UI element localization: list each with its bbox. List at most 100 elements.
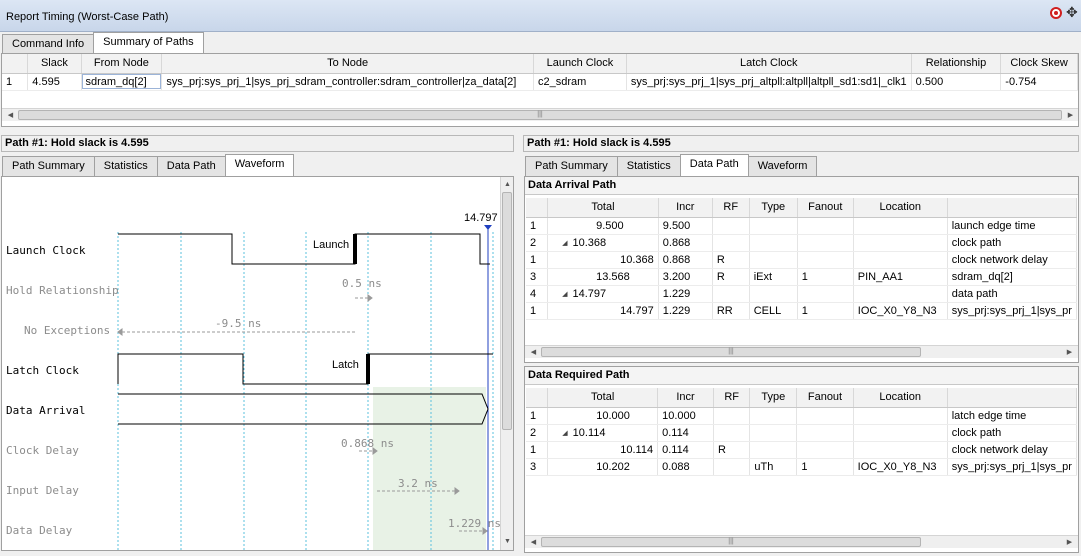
col-header-rf[interactable]: RF — [712, 198, 750, 218]
row-index: 1 — [526, 441, 549, 459]
col-header-incr[interactable]: Incr — [657, 388, 714, 408]
waveform-vscrollbar[interactable]: ▲ ▼ — [500, 177, 513, 550]
location-cell — [853, 234, 948, 252]
arrival-hscrollbar[interactable]: ◀ ||| ▶ — [525, 345, 1078, 358]
type-cell — [749, 234, 798, 252]
table-row[interactable]: 1 9.500 9.500 launch edge time — [526, 217, 1077, 235]
relationship-cell[interactable]: 0.500 — [911, 73, 1002, 91]
launch-clock-cell[interactable]: c2_sdram — [533, 73, 627, 91]
col-header-fanout[interactable]: Fanout — [796, 388, 854, 408]
col-header-type[interactable]: Type — [749, 388, 798, 408]
required-hscrollbar[interactable]: ◀ ||| ▶ — [525, 535, 1078, 548]
hold-relationship-arrow — [355, 294, 373, 302]
table-row[interactable]: 1 10.114 0.114 Rclock network delay — [526, 441, 1077, 459]
from-node-cell[interactable]: sdram_dq[2] — [81, 73, 163, 91]
col-header-element[interactable] — [947, 198, 1077, 218]
scroll-right-icon[interactable]: ▶ — [1063, 346, 1076, 359]
total-cell: 13.568 — [547, 268, 659, 286]
table-row[interactable]: 3 10.202 0.088 uTh 1 IOC_X0_Y8_N3 sys_prj:sys_… — [526, 458, 1077, 476]
element-cell: data path — [947, 285, 1077, 303]
location-cell: IOC_X0_Y8_N3 — [853, 302, 948, 320]
tab-command-info[interactable]: Command Info — [2, 34, 95, 54]
total-cell: ◢ 10.114 — [547, 424, 659, 442]
total-cell: 14.797 — [547, 302, 659, 320]
col-header-fanout[interactable]: Fanout — [797, 198, 854, 218]
col-header-element[interactable] — [947, 388, 1077, 408]
col-header-total[interactable]: Total — [547, 388, 659, 408]
scroll-right-icon[interactable]: ▶ — [1064, 109, 1077, 122]
required-table-viewport: Total Incr RF Type Fanout Location 1 10.0… — [526, 388, 1077, 531]
type-cell: iExt — [749, 268, 798, 286]
col-header-to-node[interactable]: To Node — [161, 54, 534, 74]
move-icon[interactable]: ✥ — [1066, 5, 1078, 19]
total-cell: 10.000 — [547, 407, 659, 425]
clock-skew-cell[interactable]: -0.754 — [1000, 73, 1078, 91]
scroll-thumb[interactable] — [502, 192, 512, 430]
signal-data-arrival: Data Arrival — [6, 404, 86, 417]
scroll-down-icon[interactable]: ▼ — [501, 535, 513, 548]
scroll-thumb[interactable]: ||| — [541, 347, 921, 357]
table-row[interactable]: 2 ◢ 10.368 0.868 clock path — [526, 234, 1077, 252]
tab-waveform[interactable]: Waveform — [224, 154, 295, 176]
element-cell: sys_prj:sys_prj_1|sys_pr — [947, 458, 1077, 476]
col-header-relationship[interactable]: Relationship — [911, 54, 1002, 74]
tab-data-path[interactable]: Data Path — [679, 154, 749, 176]
col-header-incr[interactable]: Incr — [658, 198, 713, 218]
scroll-left-icon[interactable]: ◀ — [527, 346, 540, 359]
col-header-launch-clock[interactable]: Launch Clock — [533, 54, 627, 74]
table-row[interactable]: 1 14.797 1.229 RR CELL 1 IOC_X0_Y8_N3 sys_prj:s… — [526, 302, 1077, 320]
col-header-slack[interactable]: Slack — [27, 54, 82, 74]
slack-cell[interactable]: 4.595 — [27, 73, 82, 91]
col-header-location[interactable]: Location — [853, 388, 948, 408]
tab-path-summary[interactable]: Path Summary — [525, 156, 618, 176]
tab-statistics[interactable]: Statistics — [93, 156, 158, 176]
tab-summary-of-paths[interactable]: Summary of Paths — [93, 32, 204, 54]
tab-path-summary[interactable]: Path Summary — [2, 156, 95, 176]
location-cell — [853, 407, 948, 425]
to-node-cell[interactable]: sys_prj:sys_prj_1|sys_prj_sdram_controll… — [161, 73, 534, 91]
time-marker-arrow[interactable] — [484, 225, 492, 230]
scroll-up-icon[interactable]: ▲ — [501, 178, 513, 191]
expand-triangle-icon[interactable]: ◢ — [562, 430, 567, 437]
signal-launch-clock: Launch Clock — [6, 244, 86, 257]
tab-statistics[interactable]: Statistics — [616, 156, 681, 176]
table-row[interactable]: 1 4.595 sdram_dq[2] sys_prj:sys_prj_1|sy… — [2, 73, 1078, 91]
scroll-thumb[interactable]: ||| — [541, 537, 921, 547]
waveform-view[interactable]: Launch Clock Hold Relationship No Except… — [1, 176, 514, 551]
signal-data-delay: Data Delay — [6, 524, 73, 537]
expand-triangle-icon[interactable]: ◢ — [562, 291, 567, 298]
table-row[interactable]: 2 ◢ 10.114 0.114 clock path — [526, 424, 1077, 442]
location-cell — [853, 424, 948, 442]
row-index: 3 — [526, 268, 549, 286]
type-cell — [749, 441, 798, 459]
scroll-left-icon[interactable]: ◀ — [4, 109, 17, 122]
col-header-type[interactable]: Type — [749, 198, 798, 218]
summary-hscrollbar[interactable]: ◀ ||| ▶ — [2, 108, 1078, 121]
table-row[interactable]: 3 13.568 3.200 RiExt 1 PIN_AA1 sdram_dq[2] — [526, 268, 1077, 286]
col-header-from-node[interactable]: From Node — [81, 54, 163, 74]
total-value: 9.500 — [596, 219, 624, 232]
col-header-location[interactable]: Location — [853, 198, 948, 218]
table-row[interactable]: 1 10.368 0.868 Rclock network delay — [526, 251, 1077, 269]
latch-clock-cell[interactable]: sys_prj:sys_prj_1|sys_prj_altpll:altpll|… — [626, 73, 912, 91]
exceptions-value: -9.5 ns — [215, 317, 262, 330]
col-header-latch-clock[interactable]: Latch Clock — [626, 54, 912, 74]
col-header-clock-skew[interactable]: Clock Skew — [1000, 54, 1078, 74]
scroll-right-icon[interactable]: ▶ — [1063, 536, 1076, 549]
scroll-left-icon[interactable]: ◀ — [527, 536, 540, 549]
scroll-thumb[interactable]: ||| — [18, 110, 1062, 120]
col-header-total[interactable]: Total — [547, 198, 659, 218]
close-icon[interactable] — [1050, 7, 1062, 19]
element-cell: clock path — [947, 424, 1077, 442]
data-arrival-section: Data Arrival Path Total Incr RF Type Fan… — [524, 176, 1079, 363]
tab-data-path[interactable]: Data Path — [156, 156, 226, 176]
col-header-rf[interactable]: RF — [713, 388, 751, 408]
tab-waveform[interactable]: Waveform — [747, 156, 818, 176]
expand-triangle-icon[interactable]: ◢ — [562, 240, 567, 247]
table-row[interactable]: 1 10.000 10.000 latch edge time — [526, 407, 1077, 425]
table-row[interactable]: 4 ◢ 14.797 1.229 data path — [526, 285, 1077, 303]
incr-cell: 0.868 — [658, 251, 713, 269]
location-cell — [853, 251, 948, 269]
title-bar: Report Timing (Worst-Case Path) ✥ — [0, 0, 1081, 32]
element-cell: latch edge time — [947, 407, 1077, 425]
